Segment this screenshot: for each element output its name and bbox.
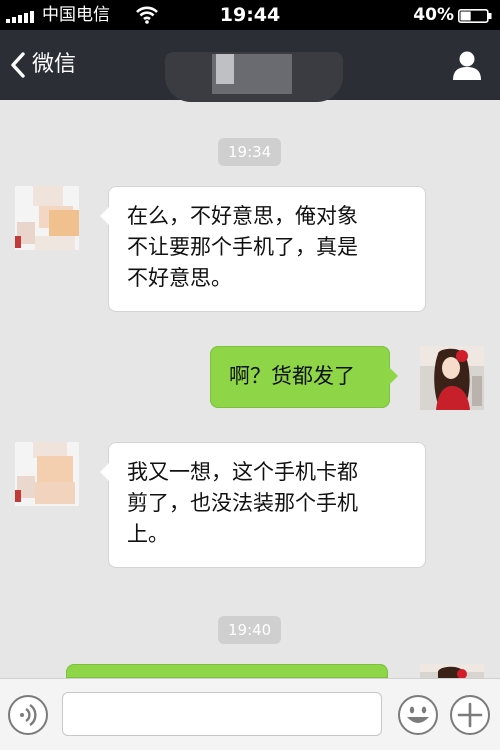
voice-icon[interactable] (6, 693, 50, 737)
timestamp-pill: 19:40 (218, 616, 282, 644)
emoji-icon[interactable] (396, 693, 440, 737)
timestamp-pill: 19:34 (218, 138, 282, 166)
incoming-message-bubble[interactable]: 我又一想，这个手机卡都 剪了，也没法装那个手机 上。 (100, 442, 426, 568)
incoming-message-bubble[interactable]: 在么，不好意思，俺对象 不让要那个手机了，真是 不好意思。 (100, 186, 426, 312)
user-avatar[interactable] (420, 346, 484, 410)
nav-bar: 微信 (0, 30, 500, 102)
plus-icon[interactable] (448, 693, 492, 737)
battery-percentage: 40% (413, 5, 454, 25)
status-bar: 中国电信 19:44 40% (0, 0, 500, 30)
user-avatar[interactable] (420, 664, 484, 678)
back-button[interactable]: 微信 (10, 46, 76, 84)
message-list[interactable]: 19:34 在么，不好意思，俺对象 不让要那个手机了，真是 不好意思。 啊？货都… (0, 100, 500, 703)
contact-person-icon[interactable] (450, 48, 484, 82)
contact-avatar[interactable] (15, 442, 79, 506)
input-bar (0, 678, 500, 750)
title-redaction-blur-light (216, 54, 234, 84)
back-chevron-icon (11, 52, 25, 78)
back-label: 微信 (32, 52, 77, 77)
outgoing-message-bubble[interactable]: 啊？货都发了 (210, 346, 398, 408)
message-input[interactable] (62, 692, 382, 736)
outgoing-message-bubble[interactable] (66, 664, 396, 703)
contact-avatar[interactable] (15, 186, 79, 250)
battery-icon (458, 9, 492, 23)
wechat-chat-screen: 中国电信 19:44 40% 微信 19:34 在么，不好意思，俺对象 不让要那… (0, 0, 500, 750)
